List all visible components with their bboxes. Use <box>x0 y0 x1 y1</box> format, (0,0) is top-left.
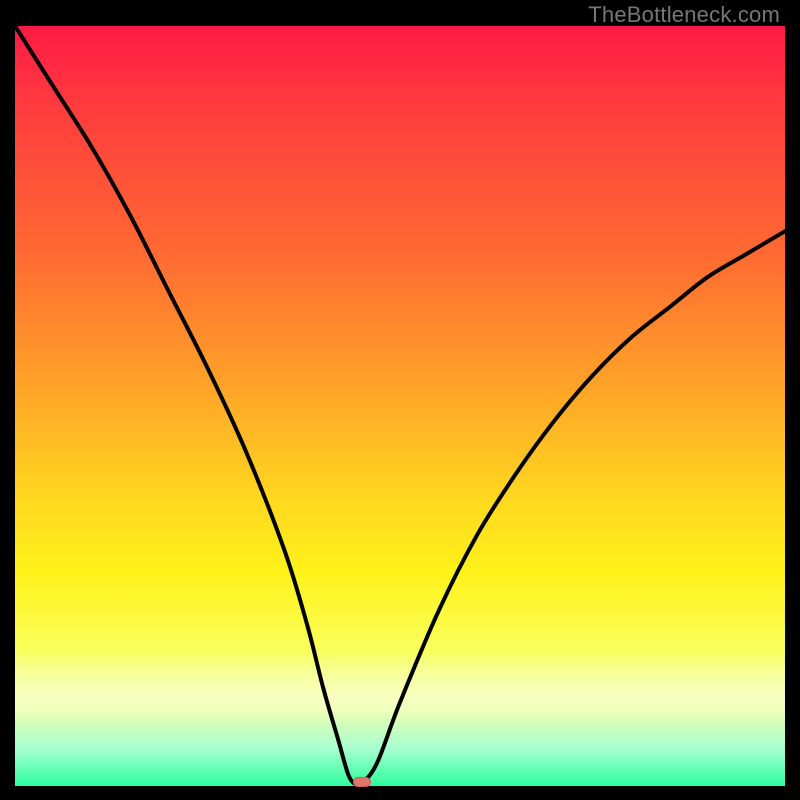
chart-frame: TheBottleneck.com <box>0 0 800 800</box>
watermark-text: TheBottleneck.com <box>588 2 780 28</box>
optimal-point-marker <box>353 777 371 787</box>
gradient-background <box>15 26 785 786</box>
plot-area <box>15 26 785 786</box>
